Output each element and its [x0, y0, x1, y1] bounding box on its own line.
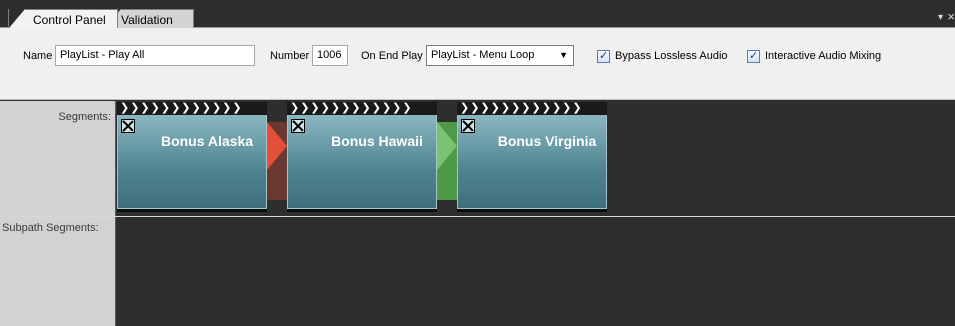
segments-track-label: Segments:: [0, 101, 116, 216]
clip-body: Bonus Hawaii: [287, 115, 437, 209]
disable-clip-icon[interactable]: [121, 119, 135, 133]
on-end-play-value: PlayList - Menu Loop: [431, 49, 535, 61]
tab-validation[interactable]: Validation: [105, 9, 194, 28]
segment-clip[interactable]: ❯❯❯❯❯❯❯❯❯❯❯❯ Bonus Alaska: [117, 102, 267, 212]
clip-film-strip: ❯❯❯❯❯❯❯❯❯❯❯❯: [457, 102, 607, 115]
chevron-down-icon[interactable]: ▾: [938, 12, 943, 23]
transition-marker[interactable]: [267, 122, 287, 210]
subpath-track-label: Subpath Segments:: [0, 217, 116, 326]
clip-footer: [457, 209, 607, 212]
segment-clip[interactable]: ❯❯❯❯❯❯❯❯❯❯❯❯ Bonus Hawaii: [287, 102, 437, 212]
tab-label: Validation: [121, 13, 173, 27]
number-field[interactable]: 1006: [312, 45, 348, 66]
track-divider: [0, 216, 955, 217]
transition-marker[interactable]: [437, 122, 457, 210]
clip-title: Bonus Hawaii: [331, 133, 423, 149]
clip-footer: [287, 209, 437, 212]
on-end-play-label: On End Play: [361, 50, 423, 62]
segment-clip[interactable]: ❯❯❯❯❯❯❯❯❯❯❯❯ Bonus Virginia: [457, 102, 607, 212]
name-label: Name: [23, 50, 53, 62]
properties-panel: Name PlayList - Play All Number 1006 On …: [0, 28, 955, 100]
tab-corner: [9, 9, 25, 28]
interactive-audio-checkbox[interactable]: [747, 49, 760, 63]
interactive-audio-label: Interactive Audio Mixing: [765, 50, 882, 62]
tab-strip: Control Panel Validation ▾ ×: [0, 0, 955, 28]
tab-label: Control Panel: [33, 13, 106, 27]
number-label: Number: [270, 50, 310, 62]
on-end-play-select[interactable]: PlayList - Menu Loop ▼: [426, 45, 574, 66]
close-icon[interactable]: ×: [947, 9, 955, 24]
disable-clip-icon[interactable]: [461, 119, 475, 133]
clip-body: Bonus Alaska: [117, 115, 267, 209]
bypass-lossless-checkbox[interactable]: [597, 49, 610, 63]
clip-body: Bonus Virginia: [457, 115, 607, 209]
chevron-down-icon: ▼: [559, 50, 568, 60]
disable-clip-icon[interactable]: [291, 119, 305, 133]
clip-title: Bonus Virginia: [497, 133, 597, 149]
tab-control-panel[interactable]: Control Panel: [8, 9, 118, 28]
name-field[interactable]: PlayList - Play All: [55, 45, 255, 66]
transition-band: [267, 122, 287, 200]
clip-film-strip: ❯❯❯❯❯❯❯❯❯❯❯❯: [117, 102, 267, 115]
bypass-lossless-label: Bypass Lossless Audio: [615, 50, 728, 62]
clip-title: Bonus Alaska: [160, 133, 254, 149]
clip-footer: [117, 209, 267, 212]
clip-film-strip: ❯❯❯❯❯❯❯❯❯❯❯❯: [287, 102, 437, 115]
